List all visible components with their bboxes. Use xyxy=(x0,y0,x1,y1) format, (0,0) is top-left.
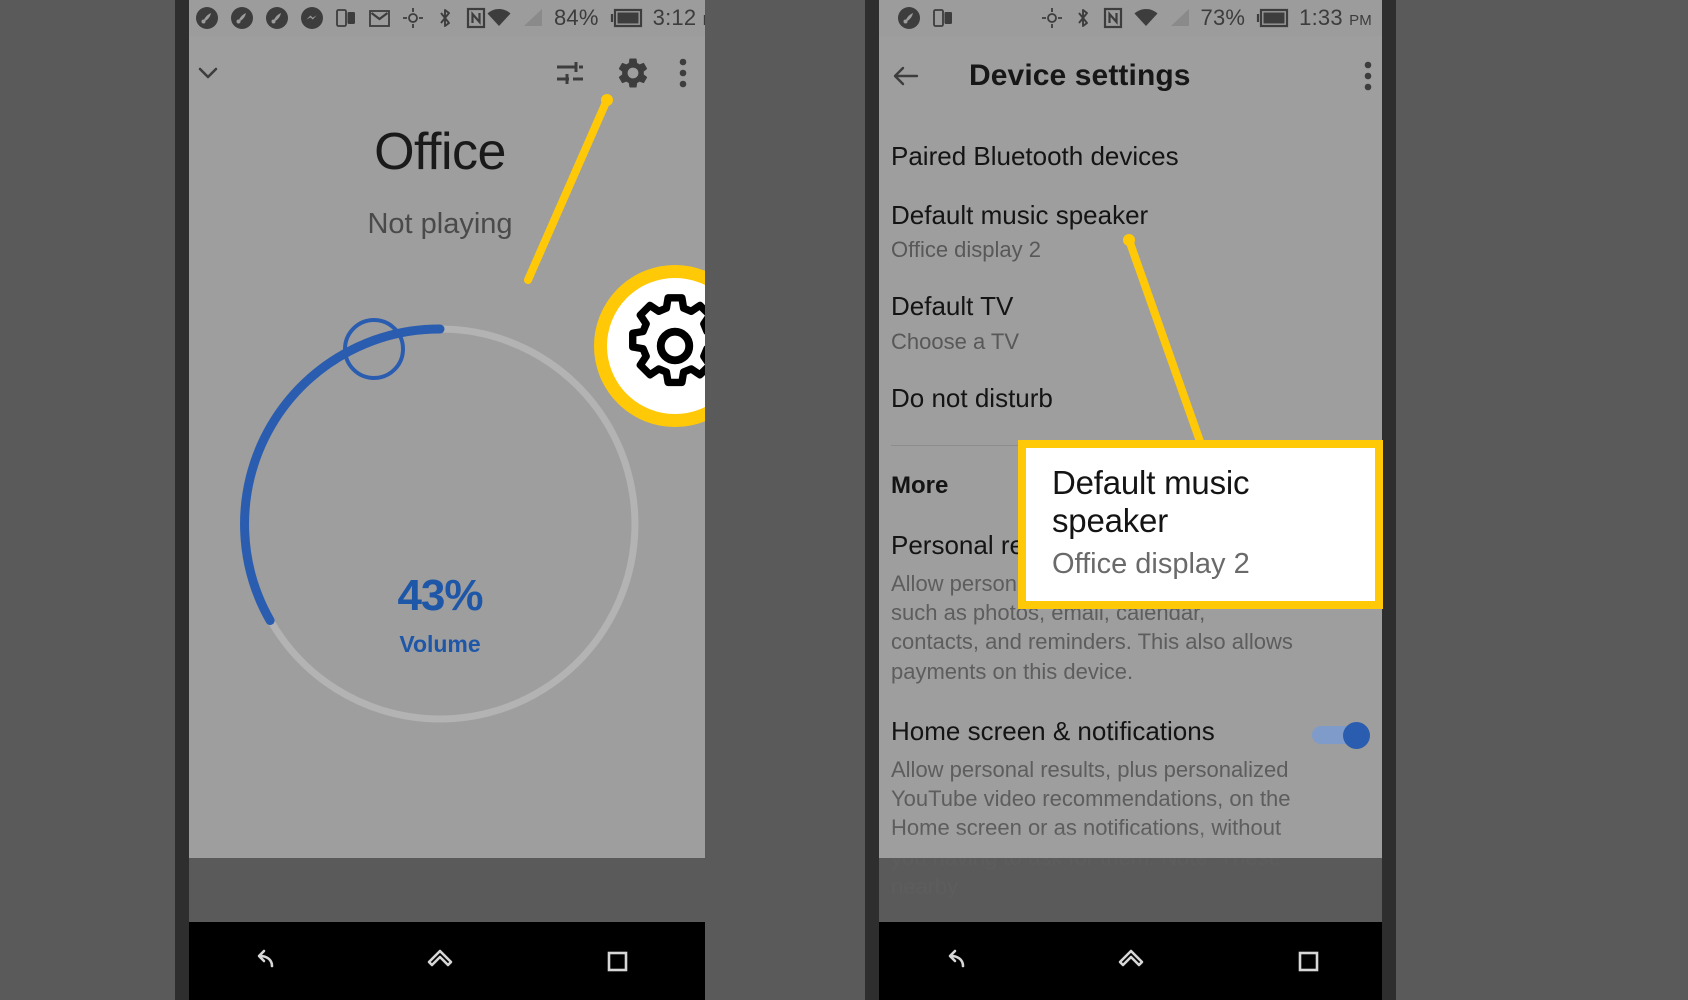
right-android-nav-bar xyxy=(865,922,1396,1000)
split-screen-icon xyxy=(933,9,952,27)
recents-icon[interactable] xyxy=(582,931,652,991)
volume-caption: Volume xyxy=(399,631,481,657)
setting-row-home-screen-notifications[interactable]: Home screen & notifications Allow person… xyxy=(891,686,1370,901)
messenger-icon xyxy=(301,7,323,29)
setting-title: Home screen & notifications xyxy=(891,715,1215,746)
setting-subtitle: Office display 2 xyxy=(891,237,1042,263)
bluetooth-icon xyxy=(440,9,450,27)
setting-row-default-music-speaker[interactable]: Default music speaker Office display 2 xyxy=(891,175,1370,267)
recents-icon[interactable] xyxy=(1273,931,1343,991)
location-icon xyxy=(403,8,423,28)
battery-icon xyxy=(610,8,642,28)
screenshot-canvas: 84% 3:12 PM xyxy=(0,0,1688,1000)
app-badge-icon xyxy=(196,7,218,29)
setting-title: Do not disturb xyxy=(891,383,1053,414)
setting-subtitle: Choose a TV xyxy=(891,329,1020,355)
split-screen-icon xyxy=(336,9,355,27)
battery-icon xyxy=(1257,8,1289,28)
back-icon[interactable] xyxy=(228,931,298,991)
left-status-bar: 84% 3:12 PM xyxy=(175,0,705,36)
app-badge-icon xyxy=(898,7,920,29)
gear-icon[interactable] xyxy=(615,55,651,91)
settings-toolbar: Device settings xyxy=(865,36,1396,116)
app-badge-icon xyxy=(266,7,288,29)
location-icon xyxy=(1041,8,1062,28)
setting-row-do-not-disturb[interactable]: Do not disturb xyxy=(891,358,1370,417)
setting-row-paired-bluetooth-devices[interactable]: Paired Bluetooth devices xyxy=(891,116,1370,175)
nfc-icon xyxy=(466,7,486,29)
callout-subtitle: Office display 2 xyxy=(1052,548,1250,580)
default-music-speaker-callout: Default music speaker Office display 2 xyxy=(1018,440,1383,609)
page-title: Device settings xyxy=(969,59,1191,92)
status-clock: 3:12 PM xyxy=(652,5,705,30)
google-home-device-screen: 84% 3:12 PM xyxy=(175,0,705,858)
volume-value: 43% xyxy=(397,571,483,620)
more-vertical-icon[interactable] xyxy=(679,57,687,89)
gear-icon xyxy=(629,294,705,387)
right-phone-screenshot: 73% 1:33 PM Device settings Paired Bluet… xyxy=(865,0,1396,1000)
home-icon[interactable] xyxy=(1096,931,1166,991)
device-name-title: Office xyxy=(374,123,506,181)
left-app-toolbar xyxy=(175,36,705,110)
battery-percent-label: 73% xyxy=(1200,5,1246,30)
home-icon[interactable] xyxy=(405,931,475,991)
device-settings-screen: 73% 1:33 PM Device settings Paired Bluet… xyxy=(865,0,1396,899)
app-badge-icon xyxy=(231,7,253,29)
setting-title: Paired Bluetooth devices xyxy=(891,141,1179,171)
setting-title: Default TV xyxy=(891,291,1014,322)
status-clock: 1:33 PM xyxy=(1299,5,1372,30)
more-vertical-icon[interactable] xyxy=(1364,60,1372,92)
arrow-back-icon[interactable] xyxy=(889,59,933,93)
bluetooth-icon xyxy=(1077,9,1088,27)
left-phone-bezel xyxy=(175,0,189,1000)
right-phone-bezel-right xyxy=(1382,0,1396,1000)
setting-subtitle: Allow personal results, plus personalize… xyxy=(891,756,1291,899)
right-status-bar: 73% 1:33 PM xyxy=(865,0,1396,36)
back-icon[interactable] xyxy=(919,931,989,991)
right-phone-bezel-left xyxy=(865,0,879,1000)
cellular-signal-icon xyxy=(1170,9,1189,26)
gmail-icon xyxy=(369,9,390,27)
home-screen-notifications-toggle[interactable] xyxy=(1312,721,1370,749)
left-android-nav-bar xyxy=(175,922,705,1000)
battery-percent-label: 84% xyxy=(554,5,599,30)
list-bottom-fade xyxy=(865,832,1396,858)
setting-row-default-tv[interactable]: Default TV Choose a TV xyxy=(891,266,1370,358)
equalizer-icon[interactable] xyxy=(553,56,587,90)
playback-status-label: Not playing xyxy=(367,208,513,240)
setting-title: Default music speaker xyxy=(891,199,1149,230)
wifi-icon xyxy=(487,9,511,26)
callout-title: Default music speaker xyxy=(1052,464,1250,539)
cellular-signal-icon xyxy=(524,9,542,26)
left-phone-screenshot: 84% 3:12 PM xyxy=(175,0,705,1000)
nfc-icon xyxy=(1103,7,1122,29)
wifi-icon xyxy=(1134,9,1158,26)
chevron-down-icon[interactable] xyxy=(193,58,223,88)
